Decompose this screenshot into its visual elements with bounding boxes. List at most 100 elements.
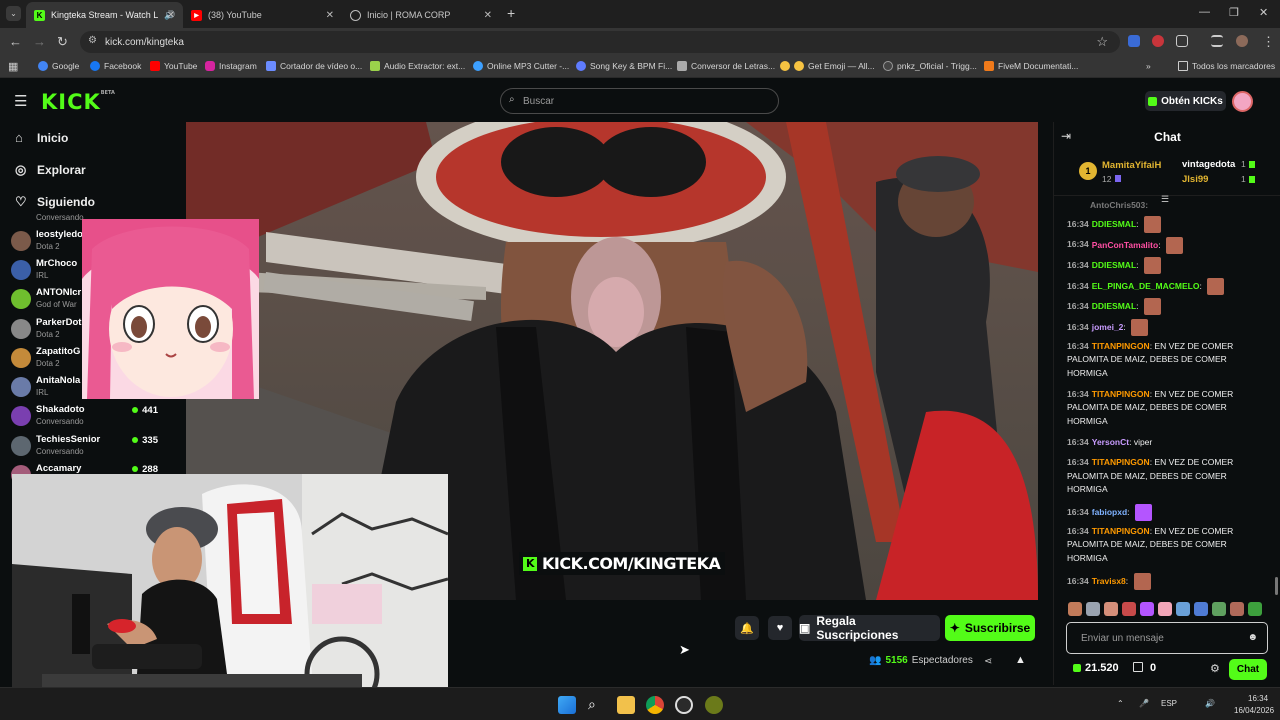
bookmark-audio-extractor[interactable]: Audio Extractor: ext...	[370, 61, 465, 71]
close-tab-icon[interactable]: ✕	[326, 10, 334, 21]
emote-icon[interactable]	[1248, 602, 1262, 616]
hamburger-menu-icon[interactable]: ☰	[14, 92, 27, 110]
chat-settings-icon[interactable]: ⚙	[1210, 662, 1220, 675]
bookmark-pnkz[interactable]: pnkz_Oficial - Trigg...	[883, 61, 977, 71]
menu-dots-icon[interactable]: ⋮	[1262, 34, 1275, 50]
back-icon[interactable]: ←	[9, 34, 22, 49]
restore-icon[interactable]: ❐	[1229, 6, 1239, 19]
sidebar-item-inicio[interactable]: ⌂ Inicio	[15, 130, 68, 145]
chat-username[interactable]: TITANPINGON	[1092, 457, 1150, 467]
bookmark-star-icon[interactable]: ☆	[1096, 34, 1108, 50]
avatar	[11, 377, 31, 397]
profile-avatar-icon[interactable]	[1236, 35, 1248, 47]
emote-icon[interactable]	[1158, 602, 1172, 616]
microphone-icon[interactable]: 🎤	[1139, 699, 1149, 708]
chat-username[interactable]: DDIESMAL	[1092, 260, 1136, 270]
emote-icon[interactable]	[1212, 602, 1226, 616]
chat-scrollbar[interactable]	[1275, 577, 1278, 595]
notification-bell-button[interactable]: 🔔	[735, 616, 759, 640]
bookmark-fivem[interactable]: FiveM Documentati...	[984, 61, 1078, 71]
search-input[interactable]: ⌕ Buscar	[500, 88, 779, 114]
emote-icon[interactable]	[1194, 602, 1208, 616]
chrome-icon[interactable]	[646, 696, 664, 714]
url-field[interactable]: ⚙ kick.com/kingteka ☆	[80, 31, 1120, 53]
close-tab-icon[interactable]: ✕	[167, 10, 175, 21]
gift-subscriptions-button[interactable]: ▣ Regala Suscripciones	[799, 614, 940, 642]
chat-username[interactable]: EL_PINGA_DE_MACMELO	[1092, 281, 1200, 291]
report-icon[interactable]: ▲	[1015, 654, 1026, 666]
bookmark-facebook[interactable]: Facebook	[90, 61, 141, 71]
search-icon[interactable]: ⌕	[588, 696, 606, 714]
emote-icon[interactable]	[1104, 602, 1118, 616]
kick-logo[interactable]: KICKBETA	[41, 90, 115, 114]
bookmark-google[interactable]: Google	[38, 61, 79, 71]
close-window-icon[interactable]: ✕	[1259, 6, 1268, 19]
close-tab-icon[interactable]: ✕	[484, 10, 492, 21]
subscribe-button[interactable]: ✦ Suscribirse	[945, 615, 1035, 641]
apps-grid-icon[interactable]: ▦	[8, 60, 18, 73]
bookmark-instagram[interactable]: Instagram	[205, 61, 257, 71]
all-bookmarks-folder[interactable]: Todos los marcadores	[1178, 61, 1275, 71]
get-kicks-button[interactable]: Obtén KICKs	[1145, 91, 1226, 111]
emote-icon[interactable]	[1122, 602, 1136, 616]
puzzle-icon[interactable]	[1176, 35, 1188, 47]
bookmark-conversor[interactable]: Conversor de Letras...	[677, 61, 775, 71]
tab-youtube[interactable]: ▶ (38) YouTube ✕	[183, 2, 342, 28]
channel-item[interactable]: TechiesSenior Conversando 335	[11, 433, 171, 461]
emote-icon[interactable]	[1176, 602, 1190, 616]
bookmark-youtube[interactable]: YouTube	[150, 61, 197, 71]
clock-time[interactable]: 16:34	[1248, 694, 1268, 703]
chat-send-button[interactable]: Chat	[1229, 659, 1267, 680]
windows-start-icon[interactable]	[558, 696, 576, 714]
points-icon	[1133, 662, 1143, 672]
chat-username[interactable]: PanConTamalito	[1092, 239, 1158, 249]
sidebar-item-siguiendo[interactable]: ♡ Siguiendo	[15, 194, 95, 210]
more-bookmarks-icon[interactable]: »	[1146, 61, 1151, 71]
chat-username[interactable]: TITANPINGON	[1092, 526, 1150, 536]
channel-item[interactable]: Shakadoto Conversando 441	[11, 403, 171, 431]
language-indicator[interactable]: ESP	[1161, 699, 1177, 708]
chat-username[interactable]: TITANPINGON	[1092, 341, 1150, 351]
bookmark-get-emoji[interactable]: Get Emoji — All...	[780, 61, 875, 71]
chat-username[interactable]: TITANPINGON	[1092, 389, 1150, 399]
tab-kick[interactable]: K Kingteka Stream - Watch L 🔊 ✕	[26, 2, 183, 28]
chat-username[interactable]: DDIESMAL	[1092, 219, 1136, 229]
chat-username[interactable]: fabiopxd	[1092, 507, 1127, 517]
chat-message-input[interactable]: Enviar un mensaje ☻	[1066, 622, 1268, 654]
chat-filter-icon[interactable]: ☰	[1161, 194, 1169, 205]
emote-icon[interactable]	[1086, 602, 1100, 616]
forward-icon[interactable]: →	[33, 34, 46, 49]
emote-icon[interactable]	[1068, 602, 1082, 616]
follow-heart-button[interactable]: ♥	[768, 616, 792, 640]
emote-row	[1068, 602, 1268, 618]
tray-overflow-icon[interactable]: ⌃	[1117, 699, 1124, 708]
tab-search-icon[interactable]: ⌄	[6, 6, 21, 21]
emote-icon[interactable]	[1230, 602, 1244, 616]
chat-username[interactable]: Travisx8	[1092, 576, 1126, 586]
extension-icon[interactable]	[1152, 35, 1164, 47]
obs-icon[interactable]	[675, 696, 693, 714]
new-tab-icon[interactable]: +	[507, 5, 515, 21]
emoji-picker-icon[interactable]: ☻	[1247, 632, 1258, 643]
avatar	[11, 260, 31, 280]
tab-roma-corp[interactable]: Inicio | ROMA CORP ✕	[342, 2, 500, 28]
site-info-icon[interactable]: ⚙	[88, 35, 97, 46]
bookmark-mp3-cutter[interactable]: Online MP3 Cutter -...	[473, 61, 569, 71]
emote-icon[interactable]	[1140, 602, 1154, 616]
minimize-icon[interactable]: —	[1199, 6, 1210, 18]
reload-icon[interactable]: ↻	[57, 34, 68, 50]
chat-username[interactable]: DDIESMAL	[1092, 301, 1136, 311]
bookmark-song-key[interactable]: Song Key & BPM Fi...	[576, 61, 672, 71]
sidebar-item-explorar[interactable]: ◎ Explorar	[15, 162, 86, 178]
clock-date[interactable]: 16/04/2026	[1234, 706, 1274, 715]
speaker-icon[interactable]: 🔊	[1205, 699, 1215, 708]
app-icon[interactable]	[705, 696, 723, 714]
extension-icon[interactable]	[1128, 35, 1140, 47]
share-icon[interactable]: ⋖	[984, 656, 992, 667]
bookmark-video-cutter[interactable]: Cortador de vídeo o...	[266, 61, 362, 71]
media-icon[interactable]	[1211, 35, 1223, 47]
chat-username[interactable]: YersonCt	[1092, 437, 1129, 447]
chat-username[interactable]: jomei_2	[1092, 322, 1124, 332]
user-avatar[interactable]	[1232, 91, 1253, 112]
file-explorer-icon[interactable]	[617, 696, 635, 714]
